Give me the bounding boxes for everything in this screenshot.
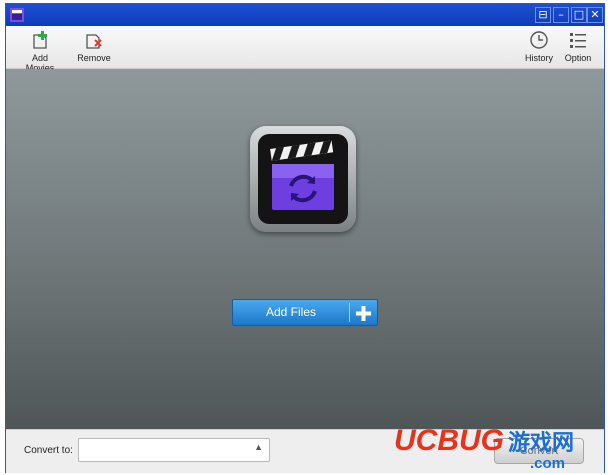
maximize-button[interactable]: □ — [571, 7, 587, 23]
close-button[interactable]: ✕ — [587, 7, 603, 23]
remove-button[interactable]: Remove — [76, 28, 112, 63]
toolbar: Add Movies Remove History Option — [6, 26, 604, 73]
add-files-label: Add Files — [265, 305, 317, 319]
list-icon — [570, 33, 586, 48]
history-label: History — [524, 53, 553, 63]
app-logo — [250, 126, 356, 232]
add-movies-button[interactable]: Add Movies — [18, 28, 62, 73]
clock-icon — [530, 31, 548, 49]
minimize-button[interactable]: – — [553, 7, 569, 23]
watermark-chinese: 游戏网 — [508, 430, 574, 456]
history-button[interactable]: History — [524, 28, 554, 63]
remove-label: Remove — [77, 53, 111, 63]
watermark-brand: UCBUG — [394, 424, 504, 457]
convert-to-select[interactable]: ▲ — [78, 438, 270, 462]
add-files-button[interactable]: Add Files — [232, 299, 378, 326]
add-movie-icon — [33, 31, 47, 49]
plus-icon — [356, 306, 371, 321]
dropdown-arrow-icon[interactable]: ▲ — [254, 442, 263, 452]
title-bar[interactable]: ⊟ – □ ✕ — [6, 4, 604, 26]
drop-area[interactable]: Add Files — [6, 69, 604, 429]
app-icon — [10, 8, 24, 22]
convert-to-label: Convert to: — [24, 445, 73, 456]
watermark-domain: .com — [530, 455, 565, 472]
skin-icon[interactable]: ⊟ — [535, 7, 551, 23]
option-label: Option — [564, 53, 592, 63]
app-window: ⊟ – □ ✕ Add Movies Remove History Option… — [5, 3, 605, 473]
clapperboard-convert-icon — [270, 140, 334, 210]
watermark-logo: UCBUG 游戏网 .com — [394, 424, 574, 472]
remove-movie-icon — [86, 34, 102, 49]
option-button[interactable]: Option — [563, 28, 593, 63]
